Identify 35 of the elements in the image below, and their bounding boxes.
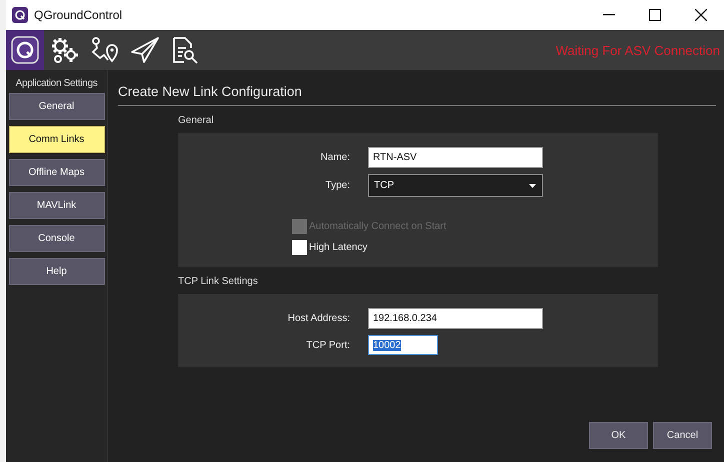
app-logo-icon bbox=[12, 7, 28, 23]
dropdown[interactable]: TCP bbox=[368, 174, 543, 197]
checkbox-label: High Latency bbox=[309, 242, 368, 253]
connection-status: Waiting For ASV Connection bbox=[556, 42, 721, 58]
route-icon bbox=[90, 36, 120, 64]
page-title: Create New Link Configuration bbox=[118, 84, 716, 106]
field-label: Type: bbox=[324, 180, 351, 191]
cancel-button[interactable]: Cancel bbox=[653, 422, 712, 449]
checkbox[interactable] bbox=[292, 240, 307, 255]
field-label: Host Address: bbox=[286, 313, 351, 324]
sidebar-item[interactable]: Offline Maps bbox=[8, 159, 104, 186]
sidebar-item[interactable]: General bbox=[8, 93, 104, 120]
maximize-icon bbox=[649, 9, 661, 21]
gears-icon bbox=[50, 36, 80, 64]
field-label: TCP Port: bbox=[305, 340, 351, 350]
input-field[interactable]: 10002 bbox=[368, 335, 438, 355]
ok-button[interactable]: OK bbox=[589, 422, 648, 449]
section-heading: General bbox=[178, 115, 215, 126]
sidebar-item[interactable]: Console bbox=[8, 225, 104, 252]
close-icon bbox=[695, 9, 707, 21]
input-field[interactable]: 192.168.0.234 bbox=[368, 308, 543, 329]
section-heading: TCP Link Settings bbox=[178, 276, 259, 287]
sidebar-item[interactable]: Comm Links bbox=[8, 126, 104, 153]
input-field[interactable]: RTN-ASV bbox=[368, 147, 543, 168]
document-search-icon bbox=[170, 36, 200, 64]
paper-plane-icon bbox=[130, 36, 160, 64]
sidebar-item[interactable]: Help bbox=[8, 258, 104, 285]
toolbar-button[interactable] bbox=[6, 30, 44, 70]
app-logo-icon bbox=[11, 36, 39, 64]
sidebar-item[interactable]: MAVLink bbox=[8, 192, 104, 219]
sidebar-heading: Application Settings bbox=[16, 78, 98, 89]
window-title: QGroundControl bbox=[34, 8, 122, 22]
caret-icon bbox=[529, 184, 536, 188]
field-label: Name: bbox=[320, 152, 351, 163]
minimize-icon bbox=[603, 14, 615, 16]
